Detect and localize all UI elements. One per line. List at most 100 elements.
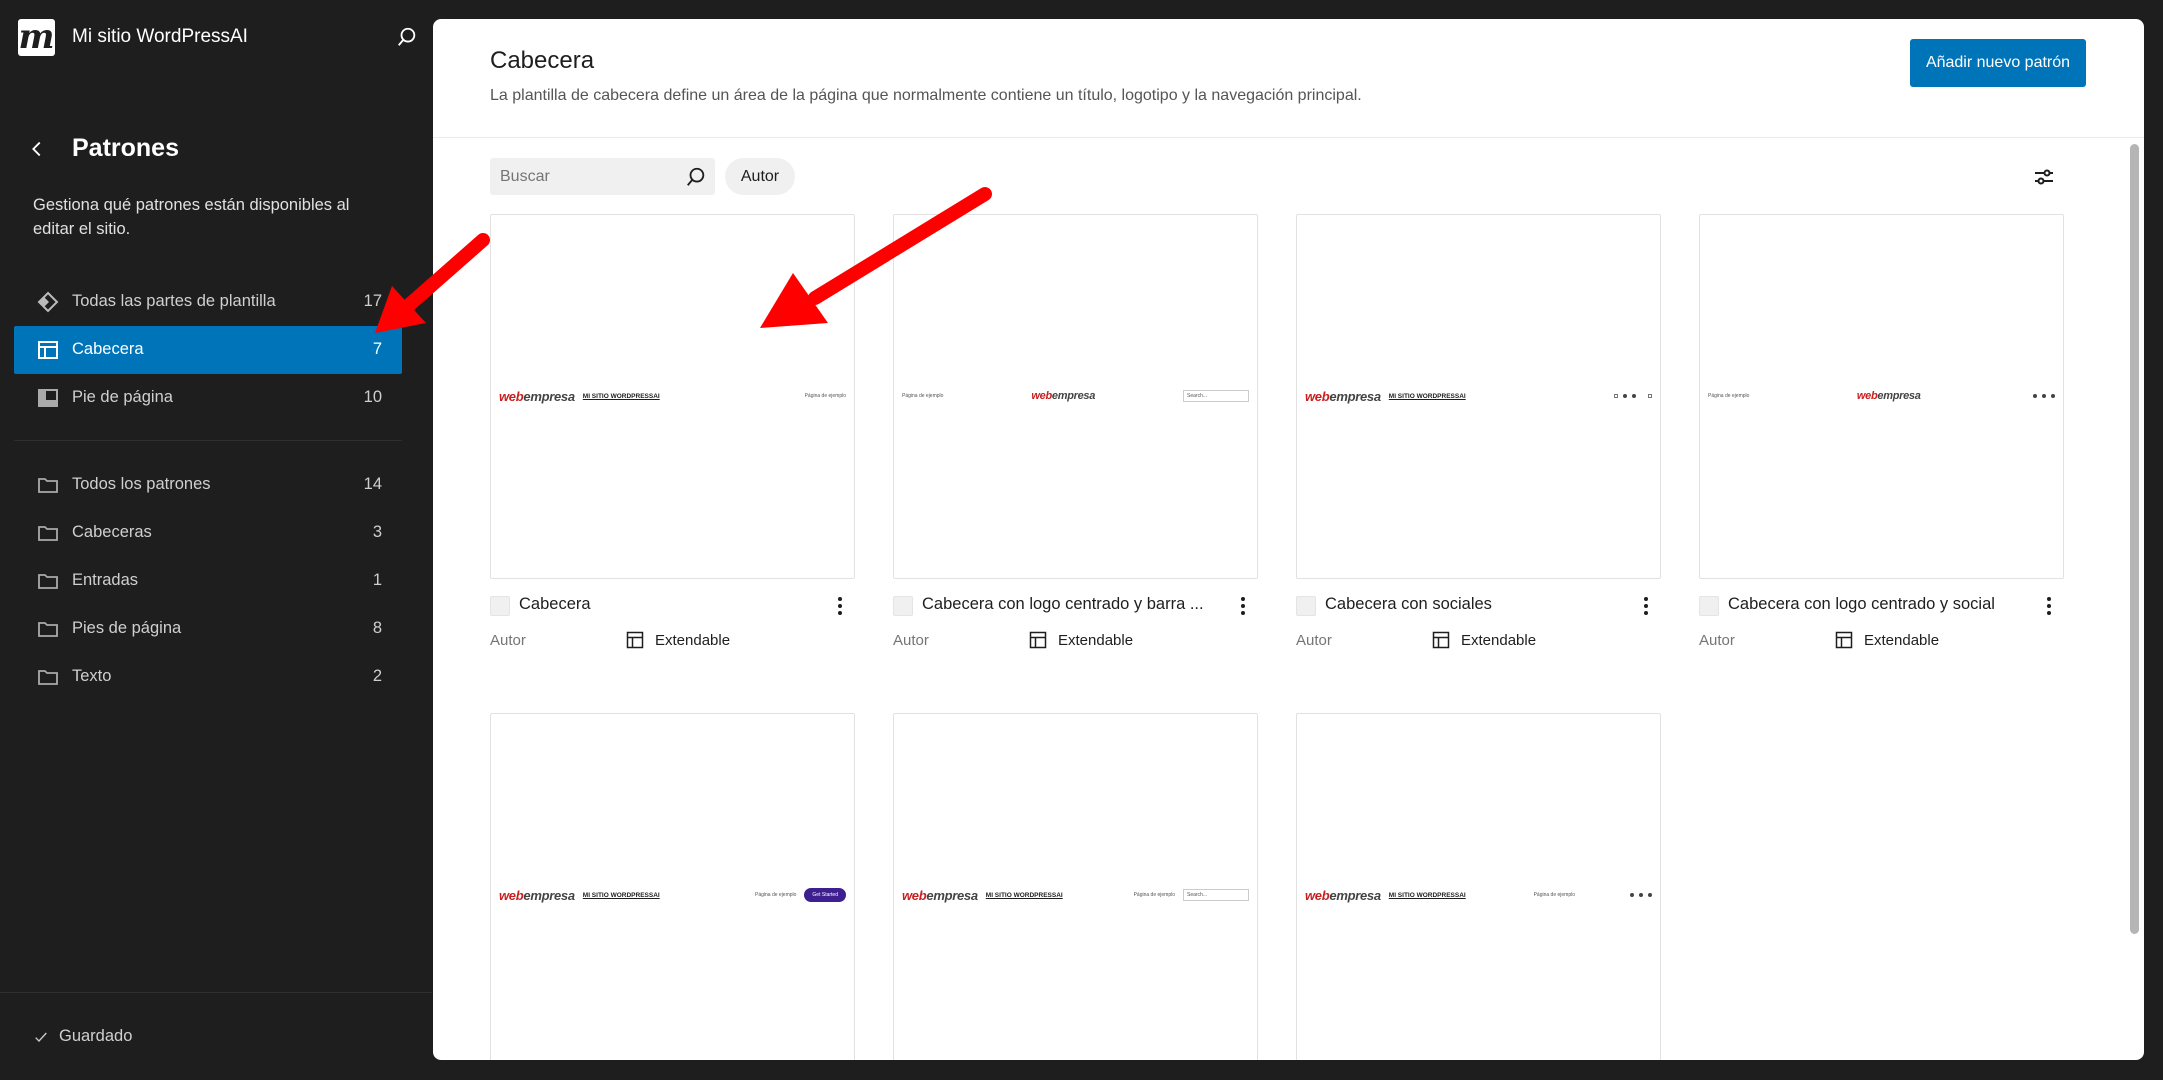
pattern-preview[interactable]: Página de ejemplo webempresa Search... <box>893 214 1258 579</box>
pattern-card[interactable]: webempresa MI SITIO WORDPRESSAI Página d… <box>490 713 855 1060</box>
preview-site-title: MI SITIO WORDPRESSAI <box>582 891 660 899</box>
pattern-preview[interactable]: webempresa MI SITIO WORDPRESSAI <box>1296 214 1661 579</box>
save-status-label: Guardado <box>59 1027 133 1045</box>
site-logo[interactable]: m <box>18 18 55 56</box>
preview-search-box: Search... <box>1183 889 1249 901</box>
brand-logo: webempresa <box>499 887 575 903</box>
sidebar-item-cabeceras[interactable]: Cabeceras 3 <box>14 509 402 557</box>
search-placeholder: Buscar <box>500 168 550 185</box>
preview-site-title: MI SITIO WORDPRESSAI <box>582 392 660 400</box>
divider <box>14 440 402 441</box>
sidebar-description: Gestiona qué patrones están disponibles … <box>33 196 350 238</box>
pattern-source: Extendable <box>625 630 730 650</box>
sidebar-item-footer[interactable]: Pie de página 10 <box>14 374 402 422</box>
view-options-icon[interactable] <box>2032 165 2056 189</box>
sidebar-item-count: 14 <box>363 475 382 493</box>
scrollbar-thumb[interactable] <box>2130 144 2139 934</box>
pattern-title[interactable]: Cabecera con sociales <box>1325 595 1625 614</box>
pattern-preview[interactable]: Página de ejemplo webempresa <box>1699 214 2064 579</box>
search-icon[interactable] <box>396 26 418 48</box>
sidebar: m Mi sitio WordPressAI Patrones Gestiona… <box>0 0 432 1080</box>
select-checkbox[interactable] <box>490 596 510 616</box>
scrollbar[interactable] <box>2128 142 2140 1058</box>
sidebar-item-label: Pies de página <box>72 619 182 637</box>
select-checkbox[interactable] <box>1699 596 1719 616</box>
search-input[interactable]: Buscar <box>490 158 715 195</box>
preview-site-title: MI SITIO WORDPRESSAI <box>1388 392 1466 400</box>
sidebar-item-pies-de-pagina[interactable]: Pies de página 8 <box>14 605 402 653</box>
sidebar-item-label: Cabeceras <box>72 523 152 541</box>
sidebar-item-cabecera[interactable]: Cabecera 7 <box>14 326 402 374</box>
social-icon <box>2051 394 2056 398</box>
section-title: Cabecera <box>490 47 595 74</box>
sidebar-item-label: Entradas <box>72 571 139 589</box>
pattern-preview[interactable]: webempresa MI SITIO WORDPRESSAI Página d… <box>893 713 1258 1060</box>
pattern-card[interactable]: Página de ejemplo webempresa Search... C… <box>893 214 1258 657</box>
select-checkbox[interactable] <box>893 596 913 616</box>
layout-icon <box>1432 631 1450 649</box>
preview-site-title: MI SITIO WORDPRESSAI <box>985 891 1063 899</box>
more-options-icon[interactable] <box>2046 595 2052 617</box>
pattern-title[interactable]: Cabecera con logo centrado y barra ... <box>922 595 1222 614</box>
sidebar-item-entradas[interactable]: Entradas 1 <box>14 557 402 605</box>
site-name[interactable]: Mi sitio WordPressAI <box>72 26 248 48</box>
sidebar-item-texto[interactable]: Texto 2 <box>14 653 402 701</box>
brand-logo: webempresa <box>1031 390 1096 402</box>
pattern-card[interactable]: webempresa MI SITIO WORDPRESSAI Página d… <box>893 713 1258 1060</box>
pattern-title[interactable]: Cabecera con logo centrado y social <box>1728 595 2028 614</box>
layout-icon <box>1029 631 1047 649</box>
sidebar-item-all-template-parts[interactable]: Todas las partes de plantilla 17 <box>14 278 402 326</box>
sidebar-item-count: 10 <box>363 388 382 406</box>
social-icon <box>2033 394 2038 398</box>
pattern-preview[interactable]: webempresa MI SITIO WORDPRESSAI Página d… <box>490 713 855 1060</box>
pattern-source-label: Extendable <box>1461 631 1537 649</box>
preview-nav-link: Página de ejemplo <box>1708 393 1750 399</box>
brand-logo: webempresa <box>499 388 575 404</box>
site-header: m Mi sitio WordPressAI <box>18 18 418 56</box>
pattern-author: Autor <box>1699 632 1735 649</box>
pattern-card[interactable]: webempresa MI SITIO WORDPRESSAI Cabecera… <box>1296 214 1661 657</box>
checkmark-icon <box>35 1032 47 1042</box>
brand-logo: webempresa <box>1305 887 1381 903</box>
pattern-preview[interactable]: webempresa MI SITIO WORDPRESSAI Página d… <box>490 214 855 579</box>
preview-nav-link: Página de ejemplo <box>902 393 944 399</box>
select-checkbox[interactable] <box>1296 596 1316 616</box>
page-title: Patrones <box>72 134 179 162</box>
main-content: Cabecera La plantilla de cabecera define… <box>433 19 2144 1060</box>
add-new-pattern-button[interactable]: Añadir nuevo patrón <box>1910 39 2086 87</box>
footer-layout-icon <box>38 389 58 407</box>
more-options-icon[interactable] <box>837 595 843 617</box>
more-options-icon[interactable] <box>1643 595 1649 617</box>
pattern-title[interactable]: Cabecera <box>519 595 819 614</box>
pattern-author: Autor <box>1296 632 1332 649</box>
pattern-card[interactable]: webempresa MI SITIO WORDPRESSAI Página d… <box>490 214 855 657</box>
sidebar-item-all-patterns[interactable]: Todos los patrones 14 <box>14 461 402 509</box>
folder-icon <box>38 622 58 637</box>
sidebar-item-count: 1 <box>372 571 382 589</box>
pattern-card[interactable]: webempresa MI SITIO WORDPRESSAI Página d… <box>1296 713 1661 1060</box>
social-icon <box>1623 394 1627 398</box>
sidebar-item-count: 8 <box>372 619 382 637</box>
social-icon <box>1614 394 1618 398</box>
sidebar-item-count: 2 <box>372 667 382 685</box>
social-icon <box>1632 394 1636 398</box>
sidebar-item-label: Pie de página <box>72 388 173 406</box>
sidebar-item-label: Todos los patrones <box>72 475 211 493</box>
pattern-source: Extendable <box>1431 630 1536 650</box>
layout-icon <box>1835 631 1853 649</box>
sidebar-item-count: 17 <box>363 292 382 310</box>
pattern-source: Extendable <box>1834 630 1939 650</box>
brand-logo: webempresa <box>1856 390 1921 402</box>
author-filter-button[interactable]: Autor <box>725 158 795 195</box>
more-options-icon[interactable] <box>1240 595 1246 617</box>
divider <box>0 992 432 993</box>
folder-icon <box>38 526 58 541</box>
back-arrow-icon[interactable] <box>26 138 48 160</box>
section-description: La plantilla de cabecera define un área … <box>490 87 1362 104</box>
pattern-preview[interactable]: webempresa MI SITIO WORDPRESSAI Página d… <box>1296 713 1661 1060</box>
pattern-card[interactable]: Página de ejemplo webempresa Cabecera co… <box>1699 214 2064 657</box>
folder-icon <box>38 478 58 493</box>
divider <box>433 137 2144 138</box>
menu-icon <box>1648 394 1652 398</box>
pattern-author: Autor <box>490 632 526 649</box>
